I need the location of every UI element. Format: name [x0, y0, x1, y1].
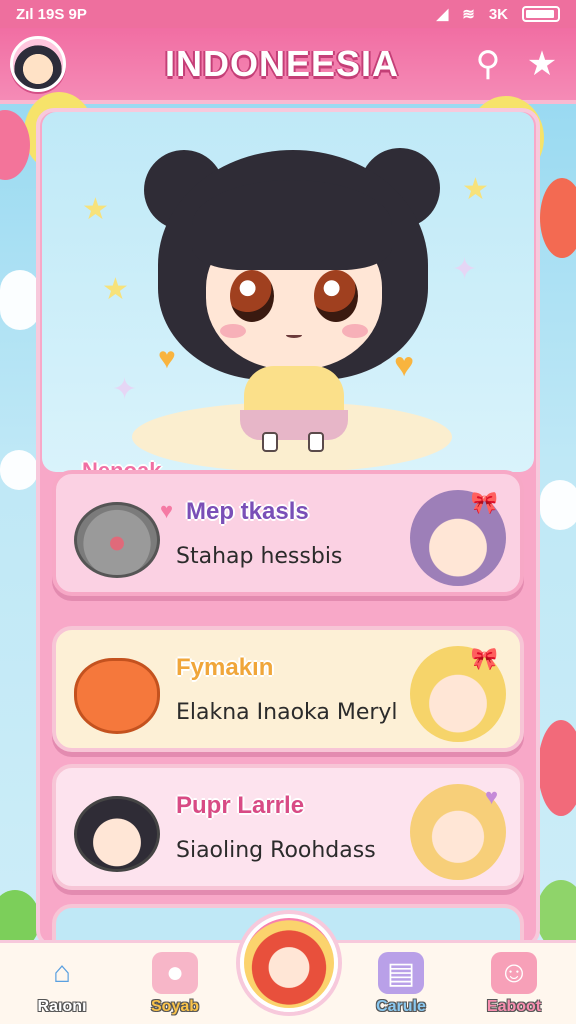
bow-icon: 🎀: [470, 646, 498, 671]
star-icon[interactable]: ★: [518, 40, 566, 88]
list-card[interactable]: Fymakın Elakna Inaoka Meryl 🎀: [52, 626, 524, 752]
cloud-decoration: [0, 270, 40, 330]
pig-icon: ●: [152, 952, 198, 994]
character-leg: [308, 432, 324, 452]
card-subtitle: Stahap hessbis: [176, 544, 343, 569]
character-mouth: [286, 332, 302, 338]
character-eye: [230, 270, 274, 322]
status-right: ◢ ≋ 3K: [437, 5, 560, 23]
character-eye: [314, 270, 358, 322]
heart-icon: ♥: [394, 346, 415, 384]
card-title: Fymakın: [176, 654, 274, 681]
character-bangs: [192, 180, 392, 270]
case-icon: ▤: [378, 952, 424, 994]
smile-icon: ☺: [491, 952, 537, 994]
status-left: Zıl 19S 9P: [16, 5, 87, 23]
card-subtitle: Elakna Inaoka Meryl: [176, 700, 398, 725]
list-card[interactable]: Pupr Larrle Siaoling Roohdass ♥: [52, 764, 524, 890]
nav-label: Soyab: [150, 998, 199, 1015]
battery-icon: [522, 6, 560, 22]
card-title: Mep tkasls: [186, 498, 309, 525]
nav-label: Carule: [376, 998, 426, 1015]
nav-item-smile[interactable]: ☺ Eaboot: [468, 952, 560, 1016]
character-cheek: [220, 324, 246, 338]
bow-icon: 🎀: [470, 490, 498, 515]
balloon-decoration: [540, 178, 576, 258]
app-title: INDONEESIA: [164, 43, 400, 84]
cloud-decoration: [0, 450, 38, 490]
home-icon: ⌂: [52, 956, 72, 989]
wifi-icon: ≋: [462, 6, 475, 23]
fox-icon: [74, 658, 160, 734]
profile-avatar[interactable]: [10, 36, 66, 92]
card-subtitle: Siaoling Roohdass: [176, 838, 376, 863]
cloud-decoration: [540, 480, 576, 530]
character-skirt: [240, 410, 348, 440]
character-leg: [262, 432, 278, 452]
card-title: Pupr Larrle: [176, 792, 305, 819]
status-right-text: 3K: [488, 5, 508, 23]
star-decoration: ★: [102, 273, 129, 306]
star-decoration: ✦: [452, 253, 478, 286]
nav-item-home[interactable]: ⌂ Raıonı: [16, 952, 108, 1016]
nav-label: Raıonı: [37, 998, 87, 1015]
search-icon[interactable]: ⚲: [464, 40, 512, 88]
star-decoration: ★: [82, 193, 109, 226]
character-cheek: [342, 324, 368, 338]
nav-item-case[interactable]: ▤ Carule: [355, 952, 447, 1016]
grey-cat-icon: [74, 502, 160, 578]
heart-icon: ♥: [158, 342, 176, 375]
nav-label: Eaboot: [486, 998, 542, 1015]
chibi-character[interactable]: ♥ ♥: [144, 120, 440, 452]
nav-item-pig[interactable]: ● Soyab: [129, 952, 221, 1016]
cat-boy-icon: [74, 796, 160, 872]
heart-icon: ♥: [484, 784, 498, 809]
character-avatar-icon[interactable]: [240, 914, 338, 1012]
star-decoration: ✦: [112, 373, 138, 406]
heart-icon: ♥: [160, 498, 174, 523]
star-decoration: ★: [462, 173, 489, 206]
balloon-decoration: [538, 720, 576, 816]
signal-icon: ◢: [436, 6, 449, 23]
app-header: INDONEESIA ⚲ ★: [0, 28, 576, 104]
status-bar: Zıl 19S 9P ◢ ≋ 3K: [0, 0, 576, 28]
list-card[interactable]: ♥ Mep tkasls Stahap hessbis 🎀: [52, 470, 524, 596]
